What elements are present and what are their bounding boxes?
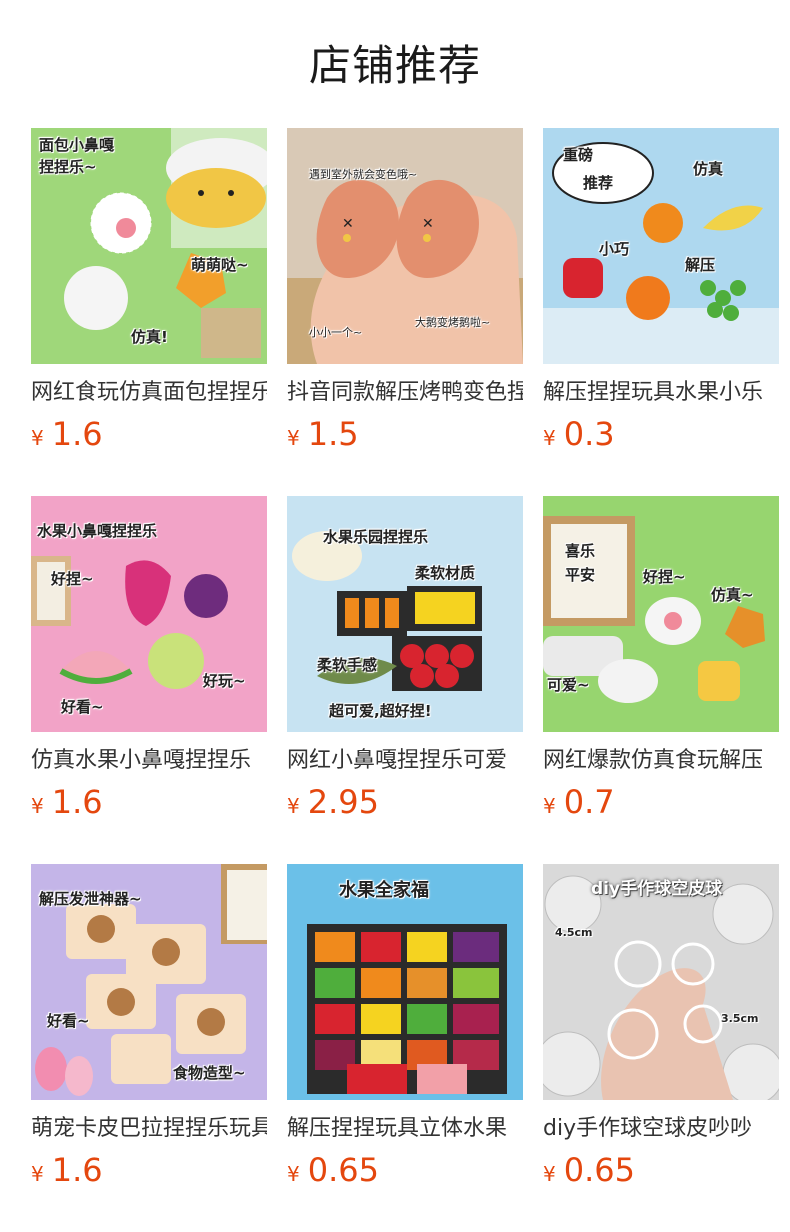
product-price: ¥1.6 — [31, 416, 267, 458]
product-name[interactable]: 解压捏捏玩具水果小乐 — [543, 378, 779, 408]
section-title: 店铺推荐 — [308, 41, 481, 90]
price-value: 0.3 — [563, 415, 615, 453]
product-card[interactable]: 水果全家福 解压捏捏玩具立体水果 ¥0.65 — [287, 864, 523, 1194]
product-price: ¥1.6 — [31, 784, 267, 826]
currency-symbol: ¥ — [31, 1162, 44, 1186]
clear-ball-image[interactable]: diy手作球空皮球 4.5cm 3.5cm — [543, 864, 779, 1100]
fruit-nose-squishy-image[interactable]: 水果小鼻嘎捏捏乐 好捏~ 好看~ 好玩~ — [31, 496, 267, 732]
roast-duck-squishy-image[interactable]: ✕ ✕ 遇到室外就会变色哦~ 小小一个~ 大鹅变烤鹅啦~ — [287, 128, 523, 364]
product-price: ¥0.65 — [543, 1152, 779, 1194]
product-name[interactable]: 网红小鼻嘎捏捏乐可爱 — [287, 746, 523, 776]
currency-symbol: ¥ — [31, 426, 44, 450]
product-card[interactable]: ✕ ✕ 遇到室外就会变色哦~ 小小一个~ 大鹅变烤鹅啦~ 抖音同款解压烤鸭变色捏… — [287, 128, 523, 458]
store-recommend-page: 店铺推荐 面包小鼻嘎 捏捏乐~ 萌萌哒~ 仿真! 网红食玩仿真面包捏捏乐 ¥ 1… — [0, 0, 790, 1232]
product-name[interactable]: 网红食玩仿真面包捏捏乐 — [31, 378, 267, 408]
currency-symbol: ¥ — [287, 1162, 300, 1186]
product-price: ¥1.5 — [287, 416, 523, 458]
product-card[interactable]: diy手作球空皮球 4.5cm 3.5cm diy手作球空球皮吵吵 ¥0.65 — [543, 864, 779, 1194]
product-card[interactable]: 面包小鼻嘎 捏捏乐~ 萌萌哒~ 仿真! 网红食玩仿真面包捏捏乐 ¥1.6 — [31, 128, 267, 458]
currency-symbol: ¥ — [543, 794, 556, 818]
svg-text:✕: ✕ — [342, 216, 354, 232]
svg-text:✕: ✕ — [422, 216, 434, 232]
product-card[interactable]: 喜乐 平安 好捏~ 仿真~ 可爱~ 网红爆款仿真食玩解压 ¥0.7 — [543, 496, 779, 826]
price-value: 2.95 — [307, 783, 379, 821]
fruit-family-squishy-image[interactable]: 水果全家福 — [287, 864, 523, 1100]
fruit-squishy-image[interactable]: 重磅 推荐 仿真 小巧 解压 — [543, 128, 779, 364]
capybara-squishy-image[interactable]: 解压发泄神器~ 好看~ 食物造型~ — [31, 864, 267, 1100]
price-value: 1.6 — [51, 415, 103, 453]
currency-symbol: ¥ — [543, 1162, 556, 1186]
product-card[interactable]: 重磅 推荐 仿真 小巧 解压 解压捏捏玩具水果小乐 ¥0.3 — [543, 128, 779, 458]
product-card[interactable]: 水果乐园捏捏乐 柔软材质 柔软手感 超可爱,超好捏! 网红小鼻嘎捏捏乐可爱 ¥2… — [287, 496, 523, 826]
product-name[interactable]: 网红爆款仿真食玩解压 — [543, 746, 779, 776]
price-value: 0.7 — [563, 783, 615, 821]
bread-squishy-image[interactable]: 面包小鼻嘎 捏捏乐~ 萌萌哒~ 仿真! — [31, 128, 267, 364]
product-name[interactable]: 仿真水果小鼻嘎捏捏乐 — [31, 746, 267, 776]
currency-symbol: ¥ — [543, 426, 556, 450]
product-name[interactable]: 解压捏捏玩具立体水果 — [287, 1114, 523, 1144]
currency-symbol: ¥ — [31, 794, 44, 818]
currency-symbol: ¥ — [287, 794, 300, 818]
product-price: ¥0.7 — [543, 784, 779, 826]
product-name[interactable]: diy手作球空球皮吵吵 — [543, 1114, 779, 1144]
currency-symbol: ¥ — [287, 426, 300, 450]
product-price: ¥0.65 — [287, 1152, 523, 1194]
food-squishy-image[interactable]: 喜乐 平安 好捏~ 仿真~ 可爱~ — [543, 496, 779, 732]
product-card[interactable]: 水果小鼻嘎捏捏乐 好捏~ 好看~ 好玩~ 仿真水果小鼻嘎捏捏乐 ¥1.6 — [31, 496, 267, 826]
product-price: ¥2.95 — [287, 784, 523, 826]
price-value: 1.6 — [51, 783, 103, 821]
product-name[interactable]: 萌宠卡皮巴拉捏捏乐玩具 — [31, 1114, 267, 1144]
price-value: 1.5 — [307, 415, 359, 453]
price-value: 0.65 — [563, 1151, 635, 1189]
product-name[interactable]: 抖音同款解压烤鸭变色捏捏乐 — [287, 378, 523, 408]
product-price: ¥1.6 — [31, 1152, 267, 1194]
product-price: ¥0.3 — [543, 416, 779, 458]
price-value: 0.65 — [307, 1151, 379, 1189]
product-card[interactable]: 解压发泄神器~ 好看~ 食物造型~ 萌宠卡皮巴拉捏捏乐玩具 ¥1.6 — [31, 864, 267, 1194]
price-value: 1.6 — [51, 1151, 103, 1189]
fruit-garden-squishy-image[interactable]: 水果乐园捏捏乐 柔软材质 柔软手感 超可爱,超好捏! — [287, 496, 523, 732]
